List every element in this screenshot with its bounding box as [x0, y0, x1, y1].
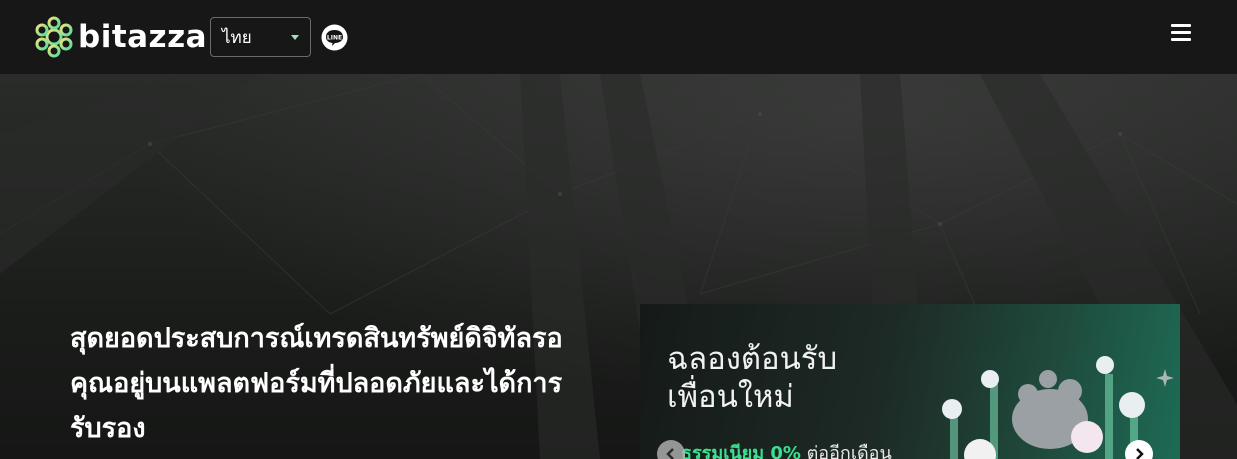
chevron-right-icon	[1136, 448, 1144, 459]
headline-line: คุณอยู่บนแพลตฟอร์มที่ปลอดภัยและได้การ	[70, 368, 563, 399]
banner-subtitle-rest: ต่ออีกเดือน	[800, 443, 892, 459]
banner-title: ฉลองต้อนรับ เพื่อนใหม่	[667, 340, 837, 416]
svg-text:LINE: LINE	[327, 35, 342, 42]
language-select-value: ไทย	[222, 27, 252, 48]
headline-line: สุดยอดประสบการณ์เทรดสินทรัพย์ดิจิทัลรอ	[70, 323, 563, 354]
language-select[interactable]: ไทย	[210, 17, 311, 57]
headline-line: รับรอง	[70, 413, 146, 444]
chevron-left-icon	[666, 448, 674, 459]
banner-title-line: เพื่อนใหม่	[667, 379, 794, 415]
hero-headline: สุดยอดประสบการณ์เทรดสินทรัพย์ดิจิทัลรอ ค…	[70, 316, 590, 451]
bitazza-logo-icon	[35, 16, 73, 58]
promo-banner-carousel[interactable]: ฉลองต้อนรับ เพื่อนใหม่ ธรรมเนียม 0% ต่ออ…	[640, 304, 1180, 459]
line-icon[interactable]: LINE	[321, 24, 348, 51]
banner-subtitle-accent: ธรรมเนียม 0%	[681, 443, 801, 459]
logo-wordmark: bitazza	[78, 19, 208, 55]
caret-down-icon	[291, 35, 299, 40]
top-navbar: bitazza ไทย LINE	[0, 0, 1237, 74]
banner-subtitle: ธรรมเนียม 0% ต่ออีกเดือน	[681, 438, 892, 459]
hamburger-menu-icon[interactable]	[1171, 24, 1191, 42]
bitazza-logo[interactable]: bitazza	[34, 16, 207, 58]
banner-title-line: ฉลองต้อนรับ	[667, 341, 838, 377]
